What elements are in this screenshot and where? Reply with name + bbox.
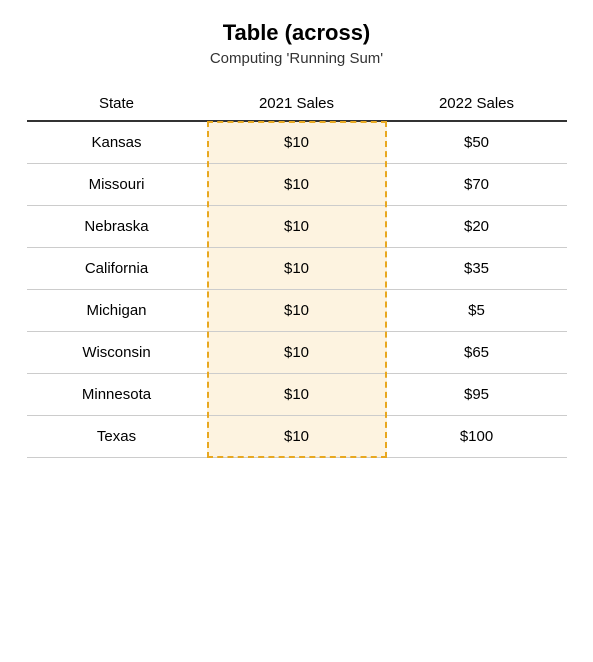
cell-state: Texas	[27, 416, 207, 458]
table-wrapper: State 2021 Sales 2022 Sales Kansas$10$50…	[27, 87, 567, 458]
cell-2022-sales: $5	[387, 290, 567, 332]
cell-2022-sales: $50	[387, 121, 567, 164]
cell-2021-sales: $10	[207, 332, 387, 374]
cell-2021-sales: $10	[207, 206, 387, 248]
table-row: California$10$35	[27, 248, 567, 290]
table-row: Wisconsin$10$65	[27, 332, 567, 374]
cell-state: Kansas	[27, 121, 207, 164]
table-body: Kansas$10$50Missouri$10$70Nebraska$10$20…	[27, 121, 567, 458]
page-container: Table (across) Computing 'Running Sum' S…	[27, 20, 567, 458]
cell-state: Missouri	[27, 164, 207, 206]
table-row: Kansas$10$50	[27, 121, 567, 164]
col-2021-header: 2021 Sales	[207, 87, 387, 121]
page-subtitle: Computing 'Running Sum'	[27, 50, 567, 67]
table-header-row: State 2021 Sales 2022 Sales	[27, 87, 567, 121]
table-row: Missouri$10$70	[27, 164, 567, 206]
cell-2021-sales: $10	[207, 416, 387, 458]
cell-2022-sales: $95	[387, 374, 567, 416]
table-row: Michigan$10$5	[27, 290, 567, 332]
cell-2022-sales: $65	[387, 332, 567, 374]
col-state-header: State	[27, 87, 207, 121]
cell-2021-sales: $10	[207, 164, 387, 206]
cell-2022-sales: $35	[387, 248, 567, 290]
table-row: Minnesota$10$95	[27, 374, 567, 416]
cell-2021-sales: $10	[207, 121, 387, 164]
cell-2021-sales: $10	[207, 248, 387, 290]
table-row: Texas$10$100	[27, 416, 567, 458]
page-title: Table (across)	[27, 20, 567, 46]
cell-state: Wisconsin	[27, 332, 207, 374]
cell-state: Nebraska	[27, 206, 207, 248]
cell-2022-sales: $70	[387, 164, 567, 206]
cell-2021-sales: $10	[207, 374, 387, 416]
data-table: State 2021 Sales 2022 Sales Kansas$10$50…	[27, 87, 567, 458]
col-2022-header: 2022 Sales	[387, 87, 567, 121]
cell-2021-sales: $10	[207, 290, 387, 332]
cell-2022-sales: $100	[387, 416, 567, 458]
table-row: Nebraska$10$20	[27, 206, 567, 248]
cell-2022-sales: $20	[387, 206, 567, 248]
cell-state: Michigan	[27, 290, 207, 332]
cell-state: California	[27, 248, 207, 290]
cell-state: Minnesota	[27, 374, 207, 416]
